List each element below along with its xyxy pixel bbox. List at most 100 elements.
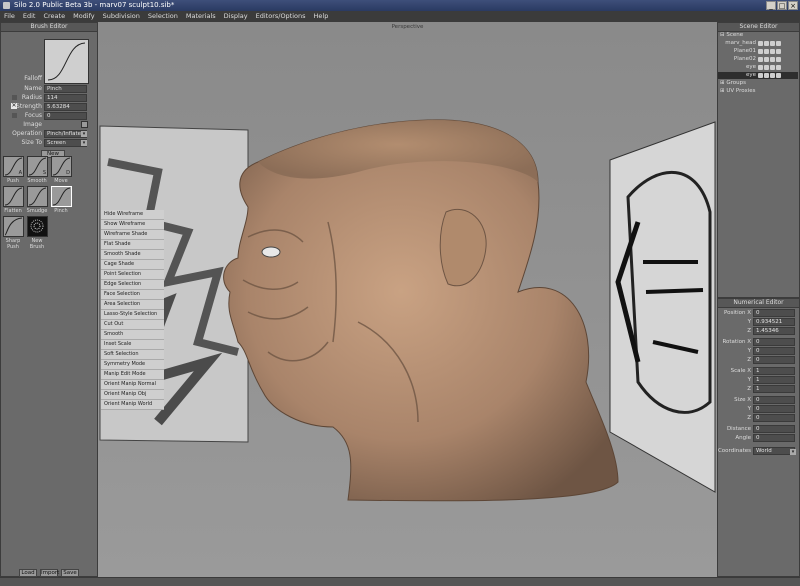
brush-move-label: Move <box>54 178 68 184</box>
strength-checkbox[interactable]: ✕ <box>11 103 17 109</box>
uv-proxies-label: UV Proxies <box>726 88 756 94</box>
image-slot[interactable] <box>81 121 88 128</box>
operation-dropdown-icon[interactable]: ▾ <box>81 131 87 137</box>
visibility-toggle-icons[interactable] <box>758 65 781 70</box>
menu-item-orient-manip-obj[interactable]: Orient Manip Obj <box>101 390 164 400</box>
size-to-label: Size To <box>21 139 42 146</box>
minimize-button[interactable]: _ <box>766 1 776 10</box>
size-x-field[interactable]: 0 <box>753 396 795 404</box>
menu-item-cut-out[interactable]: Cut Out <box>101 320 164 330</box>
close-button[interactable]: × <box>788 1 798 10</box>
size-to-dropdown-icon[interactable]: ▾ <box>81 140 87 146</box>
menu-item-inset-scale[interactable]: Inset Scale <box>101 340 164 350</box>
menu-item-wireframe-shade[interactable]: Wireframe Shade <box>101 230 164 240</box>
uv-proxies-tree[interactable]: ⊞ UV Proxies <box>720 88 755 95</box>
name-field[interactable]: Pinch <box>44 85 87 93</box>
menu-item-point-selection[interactable]: Point Selection <box>101 270 164 280</box>
axis-label: Z <box>747 386 751 392</box>
radius-label: Radius <box>21 94 42 101</box>
rotation-y-field[interactable]: 0 <box>753 347 795 355</box>
brush-move[interactable]: D <box>51 156 72 177</box>
visibility-toggle-icons[interactable] <box>758 41 781 46</box>
menu-selection[interactable]: Selection <box>144 11 182 22</box>
menu-item-edge-selection[interactable]: Edge Selection <box>101 280 164 290</box>
rotation-z-field[interactable]: 0 <box>753 356 795 364</box>
scale-y-field[interactable]: 1 <box>753 376 795 384</box>
brush-pinch[interactable] <box>51 186 72 207</box>
menu-file[interactable]: File <box>0 11 19 22</box>
menu-item-manip-edit-mode[interactable]: Manip Edit Mode <box>101 370 164 380</box>
axis-label: X <box>747 368 751 374</box>
menu-display[interactable]: Display <box>220 11 252 22</box>
menu-item-lasso-selection[interactable]: Lasso-Style Selection <box>101 310 164 320</box>
menu-item-cage-shade[interactable]: Cage Shade <box>101 260 164 270</box>
menu-create[interactable]: Create <box>39 11 69 22</box>
scene-object-row[interactable]: eye <box>718 64 798 71</box>
brush-smudge[interactable] <box>27 186 48 207</box>
radius-field[interactable]: 114 <box>44 94 87 102</box>
coordinates-select[interactable]: World <box>753 447 795 455</box>
axis-label: Y <box>747 348 751 354</box>
radius-checkbox[interactable] <box>12 95 17 100</box>
focus-checkbox[interactable] <box>12 113 17 118</box>
focus-field[interactable]: 0 <box>44 112 87 120</box>
scale-x-field[interactable]: 1 <box>753 367 795 375</box>
angle-field[interactable]: 0 <box>753 434 795 442</box>
viewport-perspective[interactable]: Perspective <box>98 22 717 577</box>
brush-new-brush[interactable] <box>27 216 48 237</box>
scene-object-row[interactable]: marv_head <box>718 40 798 47</box>
menu-materials[interactable]: Materials <box>182 11 220 22</box>
size-y-field[interactable]: 0 <box>753 405 795 413</box>
distance-field[interactable]: 0 <box>753 425 795 433</box>
menu-item-smooth-shade[interactable]: Smooth Shade <box>101 250 164 260</box>
position-x-field[interactable]: 0 <box>753 309 795 317</box>
rotation-x-field[interactable]: 0 <box>753 338 795 346</box>
size-z-field[interactable]: 0 <box>753 414 795 422</box>
groups-tree[interactable]: ⊞ Groups <box>720 80 746 87</box>
scale-z-field[interactable]: 1 <box>753 385 795 393</box>
scene-object-row-selected[interactable]: eye <box>718 72 798 79</box>
menu-edit[interactable]: Edit <box>19 11 40 22</box>
pinch-curve-icon <box>52 187 71 206</box>
brush-smooth[interactable]: S <box>27 156 48 177</box>
position-z-field[interactable]: 1.45346 <box>753 327 795 335</box>
position-y-row: Y 0.934521 <box>718 318 798 327</box>
menu-item-orient-manip-normal[interactable]: Orient Manip Normal <box>101 380 164 390</box>
strength-field[interactable]: 5.63284 <box>44 103 87 111</box>
menu-item-soft-selection[interactable]: Soft Selection <box>101 350 164 360</box>
size-y-row: Y0 <box>718 405 798 414</box>
brush-smooth-key: S <box>42 170 46 176</box>
save-button[interactable]: Save <box>61 569 79 577</box>
menu-item-smooth[interactable]: Smooth <box>101 330 164 340</box>
load-button[interactable]: Load <box>19 569 37 577</box>
brush-push[interactable]: A <box>3 156 24 177</box>
axis-label: X <box>747 310 751 316</box>
brush-sharp-push[interactable] <box>3 216 24 237</box>
scene-object-row[interactable]: Plane02 <box>718 56 798 63</box>
menu-subdivision[interactable]: Subdivision <box>99 11 144 22</box>
scene-object-row[interactable]: Plane01 <box>718 48 798 55</box>
import-button[interactable]: Import <box>40 569 59 577</box>
menu-help[interactable]: Help <box>310 11 333 22</box>
menu-item-flat-shade[interactable]: Flat Shade <box>101 240 164 250</box>
brush-flatten[interactable] <box>3 186 24 207</box>
menu-item-hide-wireframe[interactable]: Hide Wireframe <box>101 210 164 220</box>
scene-tree-root[interactable]: ⊟ Scene <box>720 32 743 39</box>
visibility-toggle-icons[interactable] <box>758 57 781 62</box>
menu-item-symmetry-mode[interactable]: Symmetry Mode <box>101 360 164 370</box>
menu-item-face-selection[interactable]: Face Selection <box>101 290 164 300</box>
menu-modify[interactable]: Modify <box>69 11 99 22</box>
maximize-button[interactable]: □ <box>777 1 787 10</box>
context-menu: Hide Wireframe Show Wireframe Wireframe … <box>101 210 164 410</box>
position-y-field[interactable]: 0.934521 <box>753 318 795 326</box>
visibility-toggle-icons[interactable] <box>758 49 781 54</box>
menu-editors-options[interactable]: Editors/Options <box>252 11 310 22</box>
visibility-toggle-icons[interactable] <box>758 73 781 78</box>
brush-pinch-label: Pinch <box>54 208 68 214</box>
menu-item-orient-manip-world[interactable]: Orient Manip World <box>101 400 164 410</box>
coordinates-dropdown-icon[interactable]: ▾ <box>790 449 796 455</box>
angle-row: Angle 0 <box>718 434 798 443</box>
falloff-curve[interactable] <box>44 39 89 84</box>
menu-item-area-selection[interactable]: Area Selection <box>101 300 164 310</box>
menu-item-show-wireframe[interactable]: Show Wireframe <box>101 220 164 230</box>
